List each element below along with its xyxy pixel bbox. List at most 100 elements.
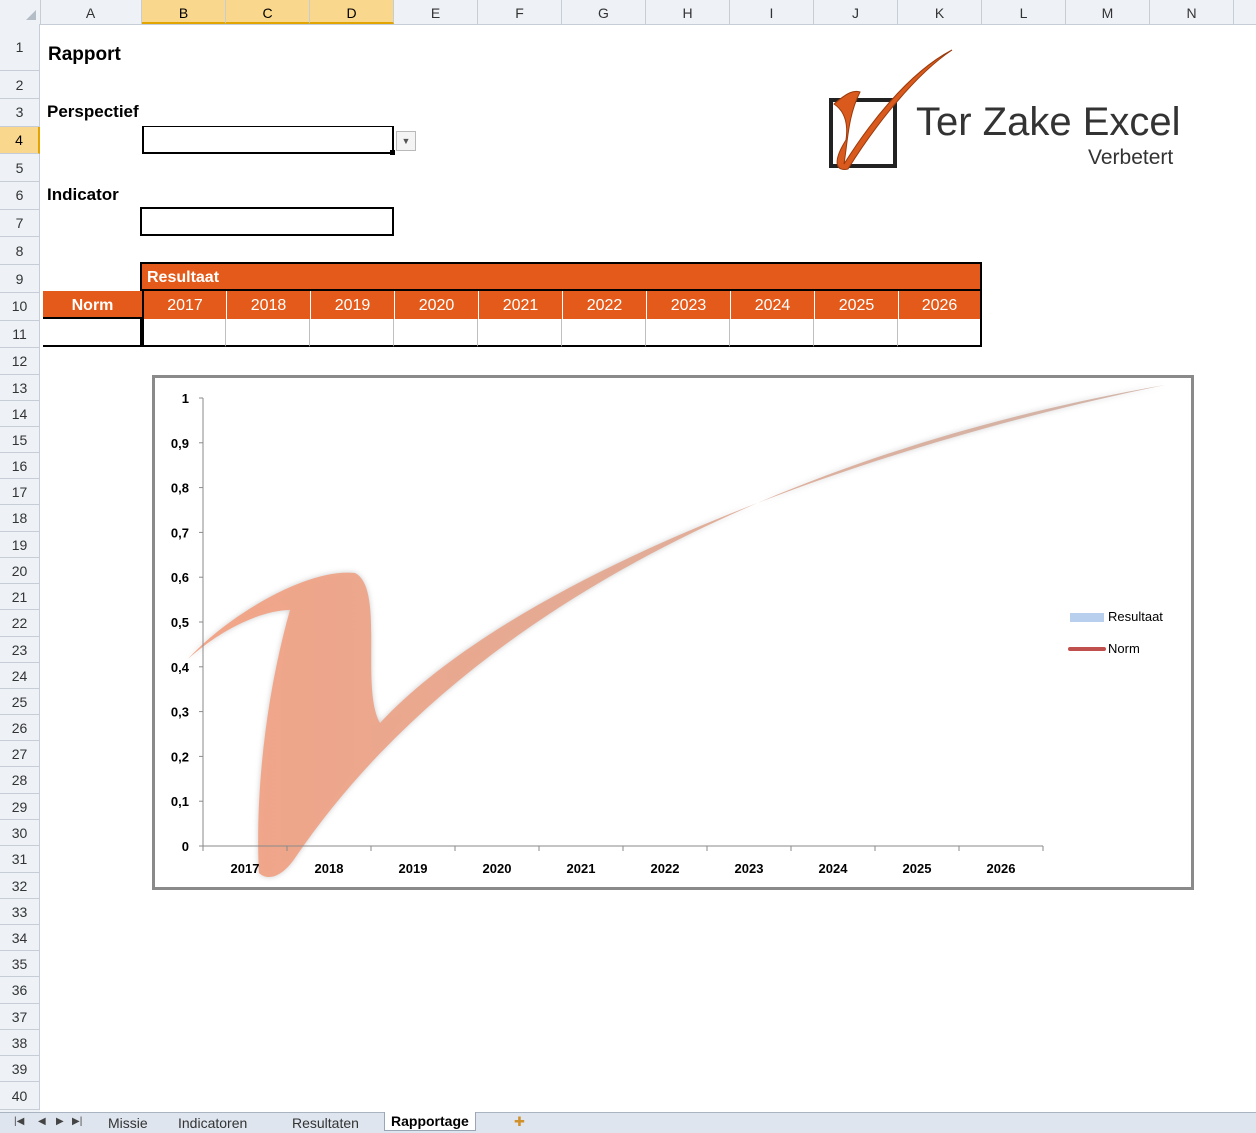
column-header-J[interactable]: J (814, 0, 898, 24)
y-tick-label: 0,4 (171, 660, 190, 675)
row-header-31[interactable]: 31 (0, 846, 40, 873)
row-header-35[interactable]: 35 (0, 951, 40, 977)
perspectief-dropdown[interactable] (142, 126, 394, 154)
tab-missie[interactable]: Missie (108, 1114, 148, 1132)
resultaat-value-cell-2017[interactable] (142, 319, 226, 347)
row-header-6[interactable]: 6 (0, 182, 40, 210)
resultaat-value-cell-2025[interactable] (814, 319, 898, 347)
resultaat-value-cell-2023[interactable] (646, 319, 730, 347)
row-header-4[interactable]: 4 (0, 126, 40, 154)
row-header-36[interactable]: 36 (0, 977, 40, 1004)
row-header-40[interactable]: 40 (0, 1082, 40, 1110)
column-header-K[interactable]: K (898, 0, 982, 24)
column-header-C[interactable]: C (226, 0, 310, 24)
column-header-L[interactable]: L (982, 0, 1066, 24)
column-header-M[interactable]: M (1066, 0, 1150, 24)
chart-svg: 0 0,1 0,2 0,3 0,4 0,5 0,6 0,7 0,8 0,9 1 2017 2018 201… (171, 385, 1165, 878)
row-header-20[interactable]: 20 (0, 558, 40, 584)
row-header-8[interactable]: 8 (0, 237, 40, 265)
row-header-21[interactable]: 21 (0, 584, 40, 610)
indicator-field[interactable] (140, 207, 394, 236)
perspectief-label: Perspectief (47, 102, 139, 121)
row-header-19[interactable]: 19 (0, 531, 40, 558)
x-tick-label: 2026 (987, 861, 1016, 876)
row-header-28[interactable]: 28 (0, 767, 40, 794)
logo-title: Ter Zake Excel (916, 100, 1181, 144)
row-header-29[interactable]: 29 (0, 793, 40, 820)
resultaat-value-cell-2018[interactable] (226, 319, 310, 347)
column-header-B[interactable]: B (142, 0, 226, 24)
row-header-26[interactable]: 26 (0, 715, 40, 741)
row-header-14[interactable]: 14 (0, 401, 40, 427)
x-tick-label: 2020 (483, 861, 512, 876)
resultaat-value-cell-2024[interactable] (730, 319, 814, 347)
year-header-2025: 2025 (814, 291, 898, 319)
year-header-2026: 2026 (898, 291, 982, 319)
row-header-3[interactable]: 3 (0, 99, 40, 127)
x-tick-label: 2023 (735, 861, 764, 876)
row-header-12[interactable]: 12 (0, 347, 40, 375)
report-title: Rapport (48, 44, 121, 65)
norm-header: Norm (43, 291, 142, 319)
tab-rapportage[interactable]: Rapportage (384, 1112, 476, 1131)
column-header-I[interactable]: I (730, 0, 814, 24)
resultaat-value-cell-2022[interactable] (562, 319, 646, 347)
row-header-24[interactable]: 24 (0, 663, 40, 689)
row-header-27[interactable]: 27 (0, 741, 40, 767)
row-header-10[interactable]: 10 (0, 293, 40, 321)
resultaat-value-cell-2020[interactable] (394, 319, 478, 347)
row-header-9[interactable]: 9 (0, 265, 40, 293)
row-header-16[interactable]: 16 (0, 453, 40, 479)
y-tick-label: 1 (182, 391, 189, 406)
x-tick-label: 2024 (819, 861, 849, 876)
row-header-1[interactable]: 1 (0, 24, 40, 71)
row-header-15[interactable]: 15 (0, 427, 40, 453)
column-header-H[interactable]: H (646, 0, 730, 24)
column-header-G[interactable]: G (562, 0, 646, 24)
norm-value-cell[interactable] (43, 319, 142, 347)
row-header-11[interactable]: 11 (0, 320, 40, 348)
tab-resultaten[interactable]: Resultaten (292, 1114, 359, 1132)
column-header-F[interactable]: F (478, 0, 562, 24)
row-header-25[interactable]: 25 (0, 689, 40, 715)
row-header-17[interactable]: 17 (0, 479, 40, 505)
chevron-down-icon[interactable]: ▼ (396, 131, 416, 151)
chart-area[interactable]: 0 0,1 0,2 0,3 0,4 0,5 0,6 0,7 0,8 0,9 1 2017 2018 201… (152, 375, 1194, 890)
row-header-22[interactable]: 22 (0, 610, 40, 637)
row-header-37[interactable]: 37 (0, 1003, 40, 1030)
fill-handle[interactable] (390, 150, 395, 155)
new-sheet-icon[interactable]: ✚ (514, 1113, 525, 1131)
y-tick-label: 0 (182, 839, 189, 854)
last-sheet-icon[interactable]: ▶| (72, 1116, 82, 1127)
row-header-13[interactable]: 13 (0, 374, 40, 401)
row-header-7[interactable]: 7 (0, 209, 40, 237)
first-sheet-icon[interactable]: |◀ (14, 1116, 24, 1127)
row-header-32[interactable]: 32 (0, 872, 40, 899)
select-all-corner[interactable] (0, 0, 41, 24)
row-header-23[interactable]: 23 (0, 636, 40, 663)
resultaat-value-cell-2021[interactable] (478, 319, 562, 347)
prev-sheet-icon[interactable]: ◀ (38, 1116, 46, 1127)
column-header-N[interactable]: N (1150, 0, 1234, 24)
tab-indicatoren[interactable]: Indicatoren (178, 1114, 247, 1132)
row-header-5[interactable]: 5 (0, 154, 40, 182)
column-header-D[interactable]: D (310, 0, 394, 24)
resultaat-value-cell-2026[interactable] (898, 319, 982, 347)
year-header-2020: 2020 (394, 291, 478, 319)
row-header-18[interactable]: 18 (0, 505, 40, 532)
indicator-label: Indicator (47, 185, 119, 204)
row-header-39[interactable]: 39 (0, 1056, 40, 1082)
x-tick-label: 2021 (567, 861, 596, 876)
row-header-30[interactable]: 30 (0, 820, 40, 846)
y-tick-label: 0,6 (171, 570, 189, 585)
next-sheet-icon[interactable]: ▶ (56, 1116, 64, 1127)
resultaat-value-cell-2019[interactable] (310, 319, 394, 347)
column-header-E[interactable]: E (394, 0, 478, 24)
x-tick-label: 2019 (399, 861, 428, 876)
row-header-33[interactable]: 33 (0, 899, 40, 925)
legend-norm-label: Norm (1108, 641, 1140, 656)
row-header-34[interactable]: 34 (0, 925, 40, 951)
row-header-2[interactable]: 2 (0, 71, 40, 99)
row-header-38[interactable]: 38 (0, 1030, 40, 1056)
column-header-A[interactable]: A (40, 0, 142, 24)
